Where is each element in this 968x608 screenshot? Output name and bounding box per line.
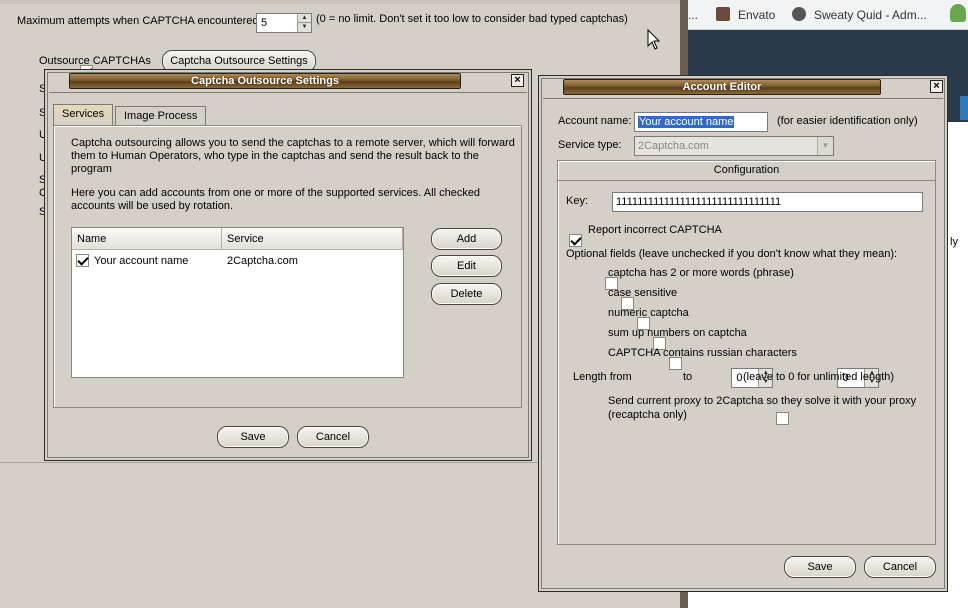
spinner-value: 5 bbox=[261, 17, 268, 29]
browser-bookmarks-bar: ... Envato Sweaty Quid - Adm... bbox=[688, 0, 968, 30]
configuration-panel: Configuration Key: 111111111111111111111… bbox=[557, 160, 936, 545]
dialog-titlebar[interactable]: Captcha Outsource Settings bbox=[69, 73, 461, 89]
account-name-cell: Your account name bbox=[94, 255, 189, 267]
close-icon[interactable]: × bbox=[930, 80, 943, 93]
send-proxy-label: Send current proxy to 2Captcha so they s… bbox=[608, 395, 917, 407]
accounts-list[interactable]: Name Service Your account name 2Captcha.… bbox=[71, 227, 404, 378]
bookmark-label: Sweaty Quid - Adm... bbox=[814, 8, 927, 22]
service-type-select[interactable]: 2Captcha.com ▼ bbox=[634, 136, 834, 156]
case-sensitive-label: case sensitive bbox=[608, 287, 678, 299]
send-proxy-label-2: (recaptcha only) bbox=[608, 409, 687, 421]
down-arrow-icon[interactable]: ▼ bbox=[298, 23, 311, 32]
account-name-label: Account name: bbox=[558, 115, 632, 127]
service-type-value: 2Captcha.com bbox=[638, 140, 709, 152]
max-attempts-hint: (0 = no limit. Don't set it too low to c… bbox=[316, 13, 628, 25]
send-proxy-checkbox[interactable] bbox=[775, 411, 789, 425]
report-incorrect-label: Report incorrect CAPTCHA bbox=[588, 224, 722, 236]
extension-icon[interactable] bbox=[950, 4, 966, 22]
max-attempts-spinner[interactable]: 5 ▲ ▼ bbox=[256, 13, 312, 33]
add-button[interactable]: Add bbox=[431, 228, 502, 250]
envato-icon bbox=[716, 7, 730, 21]
save-button[interactable]: Save bbox=[217, 426, 289, 448]
account-name-input[interactable]: Your account name bbox=[634, 112, 768, 132]
service-type-label: Service type: bbox=[558, 139, 622, 151]
key-label: Key: bbox=[566, 195, 589, 207]
outsource-label: Outsource CAPTCHAs bbox=[39, 55, 151, 67]
bookmark-overflow[interactable]: ... bbox=[688, 7, 698, 23]
table-row[interactable]: Your account name 2Captcha.com bbox=[72, 251, 403, 271]
outsource-settings-dialog: Captcha Outsource Settings × Services Im… bbox=[44, 69, 532, 461]
account-name-hint: (for easier identification only) bbox=[777, 115, 918, 127]
configuration-header: Configuration bbox=[558, 161, 935, 181]
report-incorrect-checkbox[interactable] bbox=[569, 233, 582, 247]
key-input[interactable]: 1111111111111111111111111111111 bbox=[612, 192, 923, 212]
column-header-service[interactable]: Service bbox=[222, 228, 403, 250]
account-service-cell: 2Captcha.com bbox=[227, 255, 298, 267]
phrase-label: captcha has 2 or more words (phrase) bbox=[608, 267, 794, 279]
title-separator bbox=[543, 98, 943, 99]
save-button[interactable]: Save bbox=[784, 556, 856, 578]
length-to-label: to bbox=[683, 371, 693, 383]
cancel-button[interactable]: Cancel bbox=[864, 556, 936, 578]
delete-button[interactable]: Delete bbox=[431, 283, 502, 305]
edit-button[interactable]: Edit bbox=[431, 255, 502, 277]
column-header-name[interactable]: Name bbox=[72, 228, 222, 250]
max-attempts-label: Maximum attempts when CAPTCHA encountere… bbox=[17, 15, 262, 27]
spinner-value: 0 bbox=[736, 372, 743, 384]
bookmark-envato[interactable]: Envato bbox=[716, 7, 775, 23]
outsource-description: Captcha outsourcing allows you to send t… bbox=[71, 137, 515, 175]
russian-chars-label: CAPTCHA contains russian characters bbox=[608, 347, 797, 359]
chevron-down-icon[interactable]: ▼ bbox=[817, 137, 833, 155]
tab-image-process[interactable]: Image Process bbox=[115, 106, 207, 126]
cancel-button[interactable]: Cancel bbox=[297, 426, 369, 448]
spinner-arrows[interactable]: ▲ ▼ bbox=[297, 14, 311, 32]
optional-fields-label: Optional fields (leave unchecked if you … bbox=[566, 248, 898, 260]
accent-bar bbox=[960, 96, 968, 120]
title-separator bbox=[49, 92, 527, 93]
tab-services[interactable]: Services bbox=[53, 104, 114, 125]
mouse-cursor-icon bbox=[647, 29, 661, 50]
partial-text: ly bbox=[950, 236, 958, 248]
sum-numbers-label: sum up numbers on captcha bbox=[608, 327, 747, 339]
close-icon[interactable]: × bbox=[511, 74, 524, 87]
account-checkbox[interactable] bbox=[76, 254, 89, 267]
dialog-titlebar[interactable]: Account Editor bbox=[563, 79, 881, 95]
globe-icon bbox=[792, 7, 806, 21]
selected-text: Your account name bbox=[638, 116, 735, 128]
numeric-label: numeric captcha bbox=[608, 307, 689, 319]
accounts-note: Here you can add accounts from one or mo… bbox=[71, 187, 481, 212]
bookmark-sweaty-quid[interactable]: Sweaty Quid - Adm... bbox=[792, 7, 927, 23]
up-arrow-icon[interactable]: ▲ bbox=[298, 14, 311, 23]
length-hint: (leave to 0 for unlimited length) bbox=[743, 371, 895, 383]
services-panel: Captcha outsourcing allows you to send t… bbox=[53, 125, 522, 408]
bg-top-edge bbox=[0, 0, 680, 4]
account-editor-dialog: Account Editor × Account name: Your acco… bbox=[538, 75, 948, 592]
length-from-label: Length from bbox=[573, 371, 632, 383]
bookmark-label: Envato bbox=[738, 8, 776, 22]
